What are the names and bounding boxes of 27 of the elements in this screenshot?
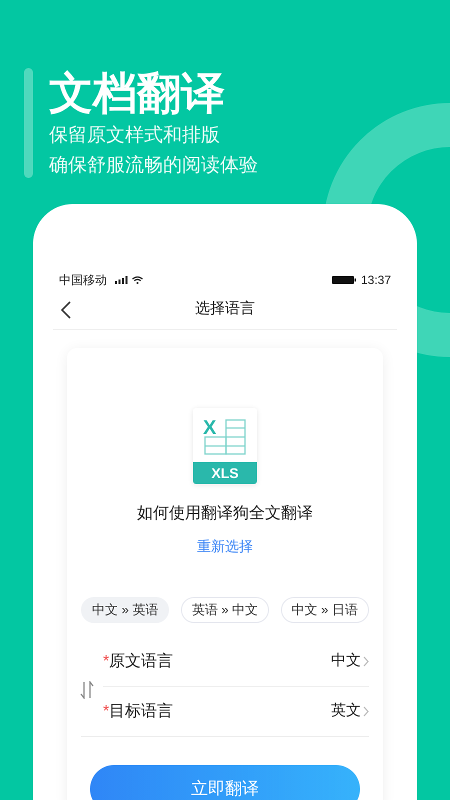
chevron-icon xyxy=(363,706,369,717)
required-mark: * xyxy=(103,652,110,672)
field-label: 原文语言 xyxy=(109,652,174,672)
signal-icon xyxy=(115,276,128,284)
language-pair-chip[interactable]: 中文 » 日语 xyxy=(280,597,369,623)
headline-title: 文档翻译 xyxy=(49,68,226,120)
field-value: 英文 xyxy=(331,701,361,722)
language-pair-chip[interactable]: 英语 » 中文 xyxy=(180,597,270,623)
screen-title: 选择语言 xyxy=(195,299,255,320)
field-label: 目标语言 xyxy=(109,702,174,722)
carrier-name: 中国移动 xyxy=(59,272,107,289)
clock-time: 13:37 xyxy=(360,272,391,289)
language-select-row[interactable]: *目标语言 英文 xyxy=(81,687,369,737)
field-value: 中文 xyxy=(331,651,361,672)
spreadsheet-file-icon: X XLS xyxy=(193,408,257,484)
language-pair-chip[interactable]: 中文 » 英语 xyxy=(81,597,170,623)
battery-icon xyxy=(332,276,356,284)
document-name: 如何使用翻译狗全文翻译 xyxy=(137,504,313,524)
wifi-icon xyxy=(132,276,143,284)
headline-subtitle: 确保舒服流畅的阅读体验 xyxy=(49,154,258,178)
back-icon[interactable] xyxy=(61,300,71,318)
headline-subtitle: 保留原文样式和排版 xyxy=(49,124,221,148)
reselect-link[interactable]: 重新选择 xyxy=(197,536,253,557)
chevron-icon xyxy=(363,656,369,667)
swap-icon[interactable] xyxy=(80,681,94,699)
required-mark: * xyxy=(103,702,110,722)
language-select-row[interactable]: *原文语言 中文 xyxy=(103,637,369,687)
